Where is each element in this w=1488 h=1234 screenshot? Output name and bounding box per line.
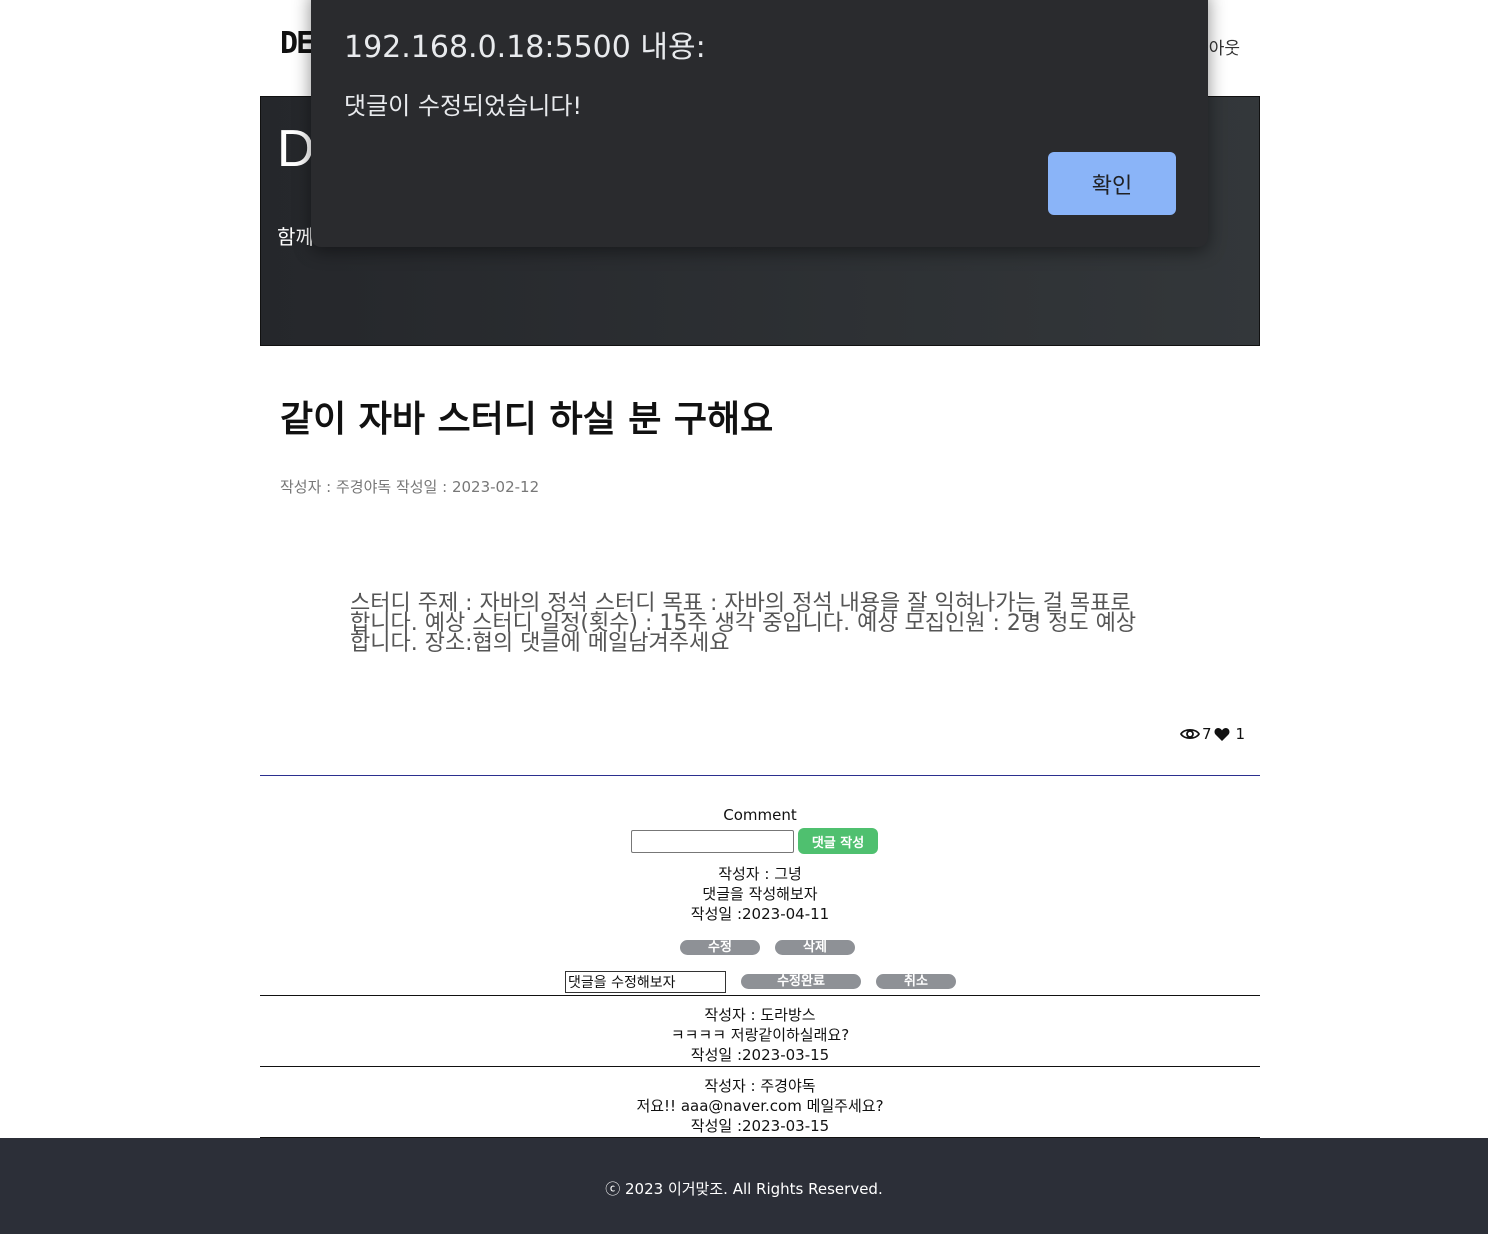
dialog-title: 192.168.0.18:5500 내용:	[344, 30, 706, 65]
dialog-message: 댓글이 수정되었습니다!	[344, 92, 583, 120]
footer-copyright: ⓒ 2023 이거맞조. All Rights Reserved.	[605, 1180, 883, 1198]
alert-dialog: 192.168.0.18:5500 내용: 댓글이 수정되었습니다! 확인	[311, 0, 1208, 247]
section-divider	[260, 775, 1260, 776]
post-title: 같이 자바 스터디 하실 분 구해요	[280, 399, 774, 440]
comment-date: 작성일 :2023-03-15	[690, 1046, 830, 1064]
logout-link[interactable]: 아웃	[1209, 34, 1240, 59]
site-logo[interactable]: DE	[280, 26, 314, 61]
dialog-ok-button[interactable]: 확인	[1048, 152, 1176, 215]
comment-date: 작성일 :2023-04-11	[690, 905, 830, 923]
comment-separator	[260, 1066, 1260, 1067]
comment-text: 댓글을 작성해보자	[702, 885, 818, 903]
edit-comment-input[interactable]	[565, 971, 726, 993]
comment-submit-button[interactable]: 댓글 작성	[798, 828, 878, 854]
hero-title: D	[277, 120, 315, 178]
cancel-edit-button[interactable]: 취소	[876, 974, 956, 989]
comment-separator	[260, 995, 1260, 996]
comment-author: 작성자 : 그녕	[718, 865, 802, 883]
comment-date: 작성일 :2023-03-15	[690, 1117, 830, 1135]
post-meta: 작성자 : 주경야독 작성일 : 2023-02-12	[280, 478, 540, 496]
comment-author: 작성자 : 주경야독	[704, 1077, 816, 1095]
comment-heading: Comment	[723, 806, 797, 824]
comment-form: 댓글 작성	[631, 828, 878, 854]
like-count: 1	[1235, 725, 1246, 743]
delete-button[interactable]: 삭제	[775, 940, 855, 955]
comment-input[interactable]	[631, 829, 794, 853]
post-stats: 7 1	[1180, 725, 1245, 743]
comment-author: 작성자 : 도라방스	[704, 1006, 816, 1024]
save-edit-button[interactable]: 수정완료	[741, 974, 861, 989]
heart-icon[interactable]	[1214, 727, 1230, 742]
edit-button[interactable]: 수정	[680, 940, 760, 955]
eye-icon	[1180, 726, 1200, 742]
post-body: 스터디 주제 : 자바의 정석 스터디 목표 : 자바의 정석 내용을 잘 익혀…	[350, 591, 1137, 656]
comment-text: 저요!! aaa@naver.com 메일주세요?	[636, 1097, 884, 1115]
comment-text: ㅋㅋㅋㅋ 저랑같이하실래요?	[670, 1026, 850, 1044]
hero-subtitle: 함께	[277, 225, 314, 249]
view-count: 7	[1202, 725, 1212, 743]
